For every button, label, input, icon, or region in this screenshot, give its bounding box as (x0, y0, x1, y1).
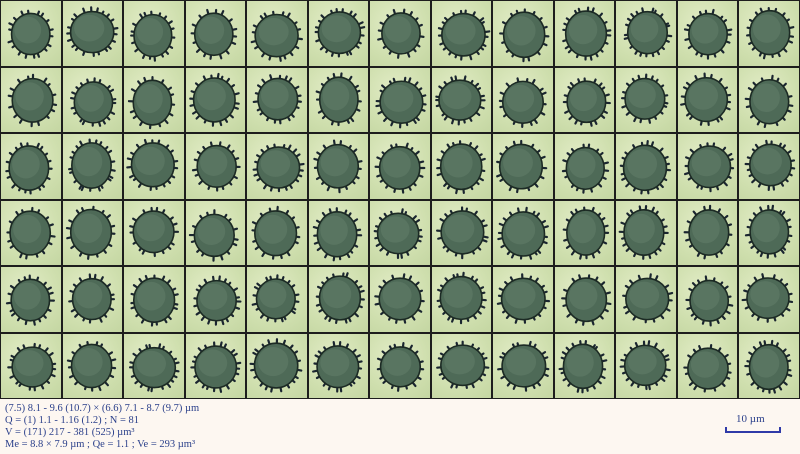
spore-cell (370, 267, 430, 332)
spore-cell (431, 267, 492, 332)
spore-cell (308, 134, 369, 199)
spore-cell (554, 134, 615, 199)
spore-cell (124, 134, 184, 199)
spore-cell (493, 67, 553, 132)
spore-cell (1, 134, 61, 199)
spore-image-grid (0, 0, 800, 399)
spore-cell (431, 1, 492, 66)
spore-size-range: (7.5) 8.1 - 9.6 (10.7) × (6.6) 7.1 - 8.7… (5, 403, 200, 414)
spore-cell (616, 134, 676, 199)
spore-cell (677, 333, 738, 398)
spore-cell (62, 1, 123, 66)
spore-cell (124, 267, 184, 332)
scale-bar (725, 427, 781, 433)
spore-cell (308, 1, 369, 66)
mean-values: Me = 8.8 × 7.9 µm ; Qe = 1.1 ; Ve = 293 … (5, 439, 196, 450)
spore-cell (1, 1, 61, 66)
volume-range: V = (171) 217 - 381 (525) µm³ (5, 427, 135, 438)
spore-cell (370, 1, 430, 66)
spore-cell (62, 200, 123, 265)
spore-cell (554, 67, 615, 132)
spore-cell (247, 134, 307, 199)
spore-cell (616, 333, 676, 398)
spore-cell (493, 267, 553, 332)
spore-cell (185, 1, 246, 66)
spore-cell (370, 134, 430, 199)
spore-cell (124, 333, 184, 398)
spore-cell (739, 67, 799, 132)
spore-cell (185, 333, 246, 398)
spore-cell (677, 200, 738, 265)
spore-cell (308, 333, 369, 398)
spore-cell (431, 333, 492, 398)
spore-cell (1, 267, 61, 332)
spore-cell (247, 267, 307, 332)
spore-cell (616, 267, 676, 332)
spore-cell (431, 134, 492, 199)
spore-cell (1, 200, 61, 265)
spore-cell (616, 1, 676, 66)
spore-cell (554, 200, 615, 265)
spore-cell (677, 134, 738, 199)
spore-cell (124, 200, 184, 265)
spore-cell (247, 1, 307, 66)
spore-cell (739, 333, 799, 398)
spore-cell (308, 267, 369, 332)
spore-cell (1, 67, 61, 132)
spore-cell (247, 200, 307, 265)
spore-cell (247, 333, 307, 398)
spore-cell (554, 267, 615, 332)
spore-cell (185, 200, 246, 265)
spore-cell (124, 1, 184, 66)
spore-cell (370, 200, 430, 265)
spore-cell (247, 67, 307, 132)
spore-cell (677, 1, 738, 66)
spore-cell (308, 67, 369, 132)
spore-cell (308, 200, 369, 265)
spore-cell (62, 267, 123, 332)
spore-cell (431, 67, 492, 132)
spore-cell (554, 333, 615, 398)
spore-cell (431, 200, 492, 265)
spore-cell (677, 67, 738, 132)
spore-cell (677, 267, 738, 332)
spore-cell (493, 333, 553, 398)
scale-bar-label: 10 µm (736, 413, 765, 425)
spore-cell (739, 1, 799, 66)
spore-cell (739, 134, 799, 199)
spore-cell (493, 200, 553, 265)
spore-cell (185, 267, 246, 332)
spore-measurement-figure: (7.5) 8.1 - 9.6 (10.7) × (6.6) 7.1 - 8.7… (0, 0, 800, 454)
spore-cell (1, 333, 61, 398)
spore-cell (493, 134, 553, 199)
spore-cell (739, 200, 799, 265)
quotient-and-count: Q = (1) 1.1 - 1.16 (1.2) ; N = 81 (5, 415, 140, 426)
spore-cell (554, 1, 615, 66)
spore-cell (185, 134, 246, 199)
spore-cell (124, 67, 184, 132)
spore-cell (185, 67, 246, 132)
spore-cell (62, 67, 123, 132)
spore-cell (739, 267, 799, 332)
spore-cell (370, 67, 430, 132)
spore-cell (62, 134, 123, 199)
spore-cell (616, 200, 676, 265)
spore-cell (493, 1, 553, 66)
spore-cell (370, 333, 430, 398)
spore-cell (62, 333, 123, 398)
spore-cell (616, 67, 676, 132)
